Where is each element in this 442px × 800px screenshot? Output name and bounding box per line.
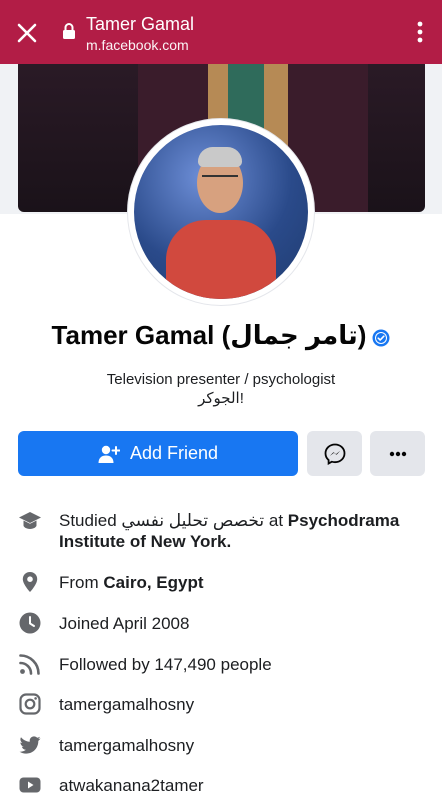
more-horizontal-icon	[389, 451, 406, 456]
twitter-link[interactable]: tamergamalhosny	[59, 735, 429, 756]
lock-icon	[63, 23, 75, 39]
add-person-icon	[98, 445, 120, 463]
location-pin-icon	[22, 572, 38, 592]
add-friend-button[interactable]: Add Friend	[18, 431, 298, 476]
followers-text: Followed by 147,490 people	[59, 655, 272, 674]
twitter-item: tamergamalhosny	[18, 733, 428, 759]
joined-item: Joined April 2008	[18, 611, 428, 637]
verified-badge-icon	[372, 329, 390, 347]
youtube-item: atwakanana2tamer	[18, 773, 428, 799]
more-options-button[interactable]	[370, 431, 425, 476]
location-link[interactable]: Cairo, Egypt	[103, 573, 203, 592]
instagram-icon	[19, 693, 41, 715]
more-vertical-icon[interactable]	[416, 20, 424, 44]
browser-url[interactable]: m.facebook.com	[86, 37, 189, 53]
youtube-link[interactable]: atwakanana2tamer	[59, 775, 429, 796]
education-item: Studied تخصص تحليل نفسي at Psychodrama I…	[18, 508, 428, 552]
education-text: Studied تخصص تحليل نفسي at Psychodrama I…	[59, 511, 400, 551]
close-icon[interactable]	[14, 20, 40, 46]
instagram-item: tamergamalhosny	[18, 692, 428, 718]
instagram-link[interactable]: tamergamalhosny	[59, 694, 429, 715]
message-button[interactable]	[307, 431, 362, 476]
profile-picture[interactable]	[134, 125, 308, 299]
rss-feed-icon	[19, 654, 40, 675]
joined-text: Joined April 2008	[59, 614, 190, 633]
browser-title: Tamer Gamal	[86, 14, 195, 34]
messenger-icon	[324, 443, 345, 465]
bio-line-2: الجوكر!	[198, 390, 244, 407]
profile-bio: Television presenter / psychologist الجو…	[0, 370, 442, 408]
twitter-icon	[19, 736, 41, 754]
graduation-cap-icon	[19, 512, 41, 529]
add-friend-label: Add Friend	[129, 443, 219, 463]
browser-top-bar: Tamer Gamal m.facebook.com	[0, 0, 442, 64]
location-text: From Cairo, Egypt	[59, 573, 204, 592]
profile-name: Tamer Gamal (تامر جمال)	[51, 320, 367, 350]
clock-icon	[19, 612, 41, 634]
location-item: From Cairo, Egypt	[18, 570, 428, 596]
youtube-icon	[19, 777, 41, 793]
bio-line-1: Television presenter / psychologist	[106, 371, 336, 388]
profile-name-row: Tamer Gamal (تامر جمال)	[0, 320, 442, 351]
followers-item: Followed by 147,490 people	[18, 652, 428, 678]
